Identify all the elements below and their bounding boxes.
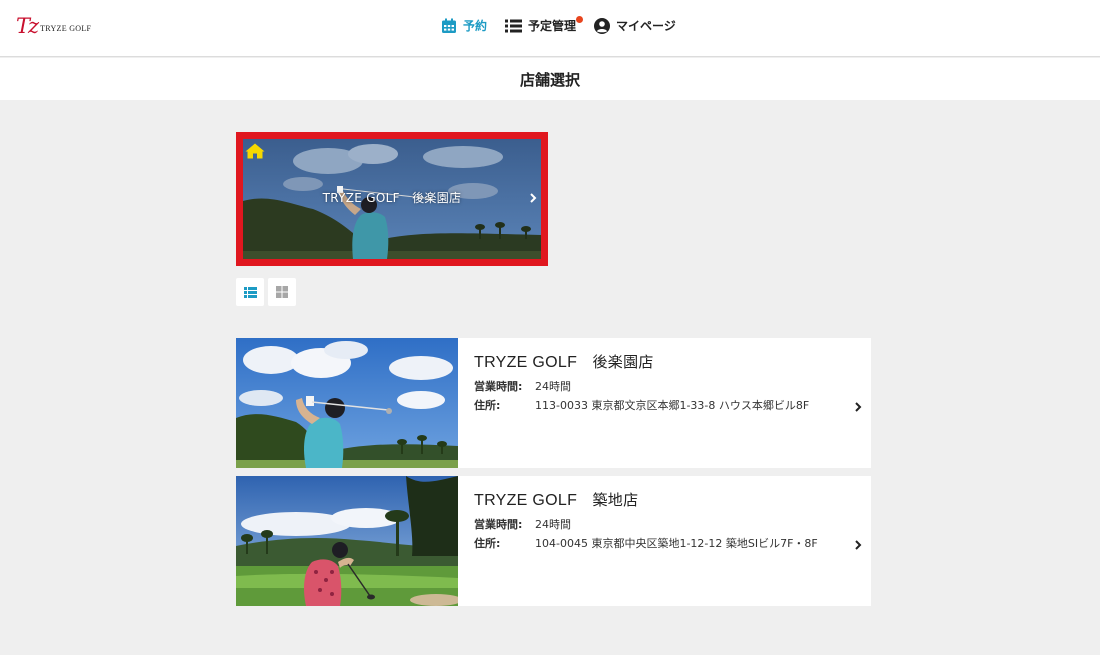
hours-value: 24時間 (535, 380, 571, 393)
store-image (236, 476, 458, 606)
list-view-button[interactable] (236, 278, 264, 306)
address-label: 住所: (474, 537, 501, 550)
golf-course-photo (236, 476, 458, 606)
tryze-golf-logo[interactable]: Tz TRYZE GOLF (16, 16, 91, 37)
store-address-row: 住所: 113-0033 東京都文京区本郷1-33-8 ハウス本郷ビル8F (474, 397, 809, 413)
store-title: TRYZE GOLF 築地店 (474, 489, 638, 510)
store-title: TRYZE GOLF 後楽園店 (474, 351, 654, 372)
nav-schedule[interactable]: 予定管理 (505, 16, 584, 34)
hours-label: 営業時間: (474, 380, 523, 393)
chevron-right-icon (530, 193, 537, 203)
nav-schedule-label: 予定管理 (528, 19, 577, 33)
hours-value: 24時間 (535, 518, 571, 531)
page-title: 店舗選択 (519, 70, 580, 89)
grid-view-icon (276, 286, 288, 298)
page-title-bar: 店舗選択 (0, 58, 1100, 100)
nav-reservation-label: 予約 (463, 19, 488, 33)
home-icon (245, 143, 265, 159)
top-navigation-bar: Tz TRYZE GOLF 予約 予定管理 マイページ (0, 0, 1100, 57)
store-address-row: 住所: 104-0045 東京都中央区築地1-12-12 築地SIビル7F・8F (474, 535, 818, 551)
chevron-right-icon (855, 540, 862, 550)
store-image (236, 338, 458, 468)
store-brand: TRYZE GOLF (474, 492, 578, 509)
main-nav: 予約 予定管理 マイページ (441, 16, 694, 34)
store-card-tsukiji[interactable]: TRYZE GOLF 築地店 営業時間: 24時間 住所: 104-0045 東… (236, 476, 871, 606)
golf-course-photo (236, 338, 458, 468)
notification-badge (576, 16, 584, 23)
list-icon (505, 19, 523, 32)
grid-view-button[interactable] (268, 278, 296, 306)
address-value: 104-0045 東京都中央区築地1-12-12 築地SIビル7F・8F (535, 537, 818, 550)
logo-text: TRYZE GOLF (40, 24, 92, 33)
store-card-korakuen[interactable]: TRYZE GOLF 後楽園店 営業時間: 24時間 住所: 113-0033 … (236, 338, 871, 468)
home-store-card[interactable]: TRYZE GOLF 後楽園店 (236, 132, 548, 266)
nav-mypage[interactable]: マイページ (594, 17, 676, 34)
hours-label: 営業時間: (474, 518, 523, 531)
chevron-right-icon (855, 402, 862, 412)
store-name: 築地店 (592, 491, 639, 509)
address-value: 113-0033 東京都文京区本郷1-33-8 ハウス本郷ビル8F (535, 399, 810, 412)
calendar-icon (442, 18, 456, 33)
address-label: 住所: (474, 399, 501, 412)
list-view-icon (243, 286, 257, 298)
home-store-label: TRYZE GOLF 後楽園店 (322, 191, 462, 205)
store-hours-row: 営業時間: 24時間 (474, 378, 571, 394)
user-circle-icon (594, 17, 611, 34)
store-brand: TRYZE GOLF (474, 354, 578, 371)
logo-mark: Tz (16, 14, 39, 38)
nav-mypage-label: マイページ (616, 19, 676, 33)
nav-reservation[interactable]: 予約 (441, 17, 487, 34)
store-hours-row: 営業時間: 24時間 (474, 516, 571, 532)
store-name: 後楽園店 (592, 353, 654, 371)
home-store-image: TRYZE GOLF 後楽園店 (243, 139, 541, 259)
